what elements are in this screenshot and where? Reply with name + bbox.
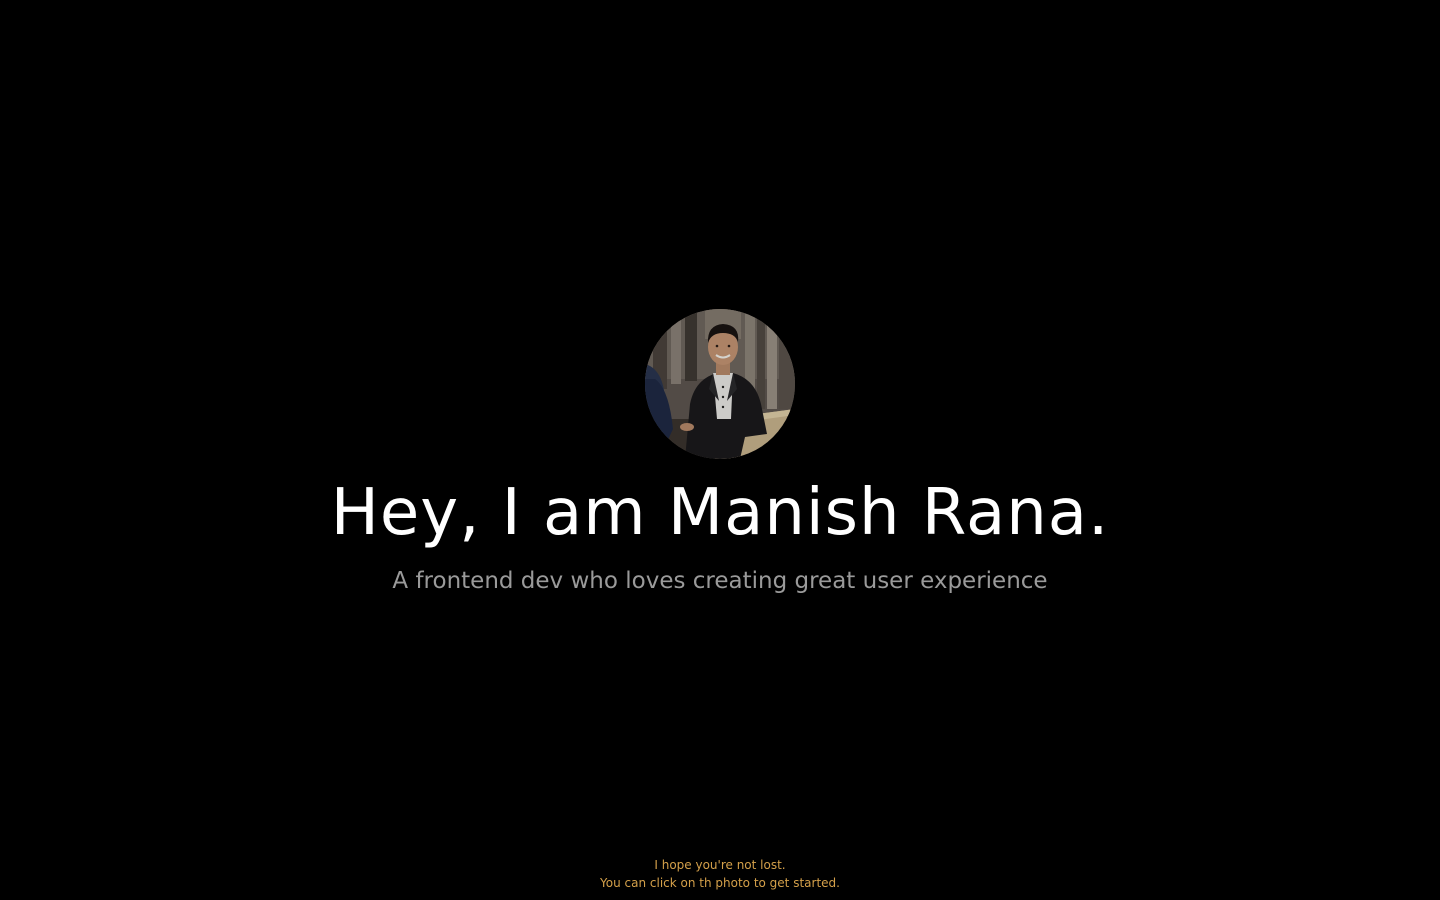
hint-line-1: I hope you're not lost. xyxy=(654,858,786,872)
hero-section: Hey, I am Manish Rana. A frontend dev wh… xyxy=(0,309,1440,597)
profile-photo-image xyxy=(645,309,795,459)
hint-line-2: You can click on th photo to get started… xyxy=(600,876,840,890)
tagline: A frontend dev who loves creating great … xyxy=(392,568,1048,594)
headline: Hey, I am Manish Rana. xyxy=(330,476,1110,550)
landing-page: Hey, I am Manish Rana. A frontend dev wh… xyxy=(0,0,1440,900)
profile-photo-avatar[interactable] xyxy=(645,309,795,459)
help-hint: I hope you're not lost. You can click on… xyxy=(0,856,1440,892)
